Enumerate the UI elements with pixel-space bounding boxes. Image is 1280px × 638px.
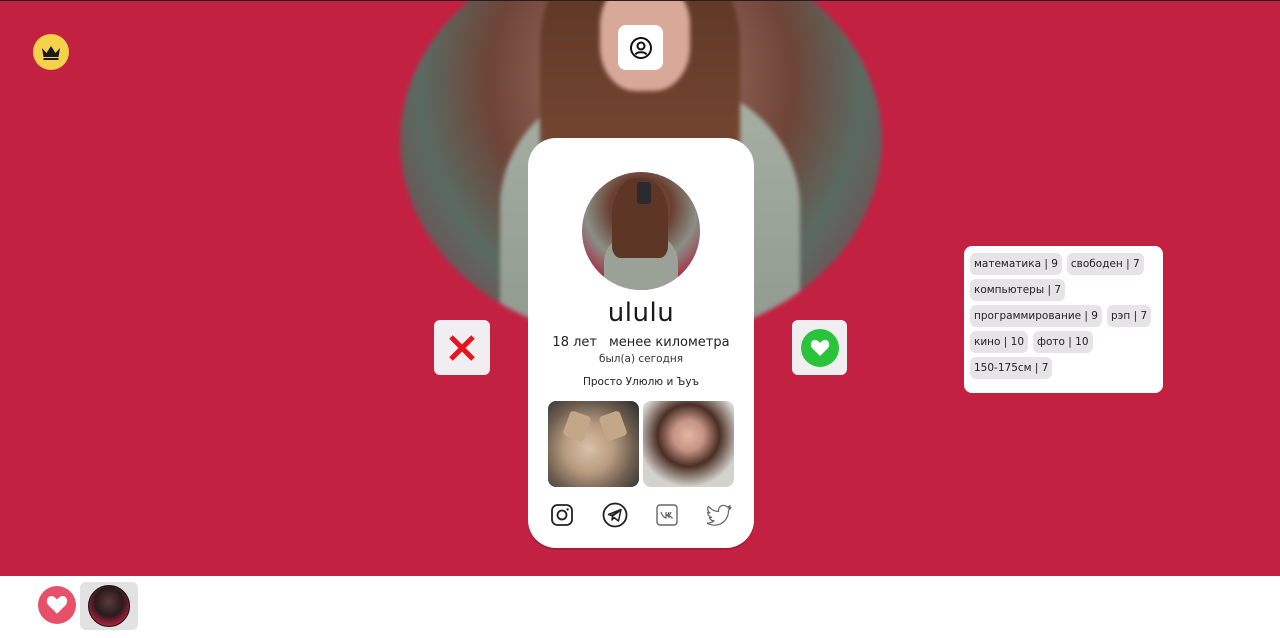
swipe-area: ululu 18 лет менее километра был(а) сегод… [0,0,1280,576]
profile-avatar [582,172,700,290]
interest-tag[interactable]: компьютеры | 7 [970,279,1066,301]
user-circle-icon [629,36,652,59]
heart-icon [46,596,68,614]
heart-icon [810,339,829,356]
profile-last-seen: был(а) сегодня [598,353,684,365]
like-button[interactable] [792,320,847,375]
telegram-link[interactable] [601,501,629,529]
profile-photo-selfie[interactable] [643,401,734,487]
profile-name: ululu [607,298,675,328]
interests-row: программирование | 9 рэп | 7 [970,305,1157,327]
interest-tag[interactable]: фото | 10 [1033,331,1093,353]
like-circle [800,328,839,367]
profile-photo-cat[interactable] [548,401,639,487]
interests-row: математика | 9 свободен | 7 [970,253,1157,275]
match-item[interactable] [80,582,138,630]
profile-bio: Просто Улюлю и Ъуъ [582,376,699,388]
interest-tag[interactable]: свободен | 7 [1066,253,1144,275]
interest-tag[interactable]: рэп | 7 [1107,305,1152,327]
my-profile-button[interactable] [618,25,663,70]
match-avatar [88,585,130,627]
instagram-icon [551,504,573,526]
twitter-link[interactable] [706,501,734,529]
likes-button[interactable] [38,586,76,624]
bottom-bar [0,576,1280,638]
premium-crown-button[interactable] [33,34,69,70]
profile-meta: 18 лет менее километра [528,335,754,350]
interests-panel: математика | 9 свободен | 7 компьютеры |… [964,246,1163,393]
interests-row: компьютеры | 7 [970,279,1157,301]
profile-distance: менее километра [608,335,730,350]
crown-icon [42,46,60,60]
telegram-icon [602,502,628,528]
twitter-icon [706,504,732,526]
vk-icon [656,504,679,526]
close-icon [449,334,475,361]
interest-tag[interactable]: программирование | 9 [970,305,1102,327]
dislike-button[interactable] [434,320,490,375]
profile-age: 18 лет [552,335,597,350]
interest-tag[interactable]: кино | 10 [970,331,1029,353]
profile-photos [548,401,734,487]
instagram-link[interactable] [548,501,576,529]
interests-row: 150-175см | 7 [970,357,1157,379]
interest-tag[interactable]: математика | 9 [970,253,1062,275]
interest-tag[interactable]: 150-175см | 7 [970,357,1053,379]
interests-row: кино | 10 фото | 10 [970,331,1157,353]
profile-card[interactable]: ululu 18 лет менее километра был(а) сегод… [528,138,754,548]
vk-link[interactable] [653,501,681,529]
social-links [548,501,734,529]
